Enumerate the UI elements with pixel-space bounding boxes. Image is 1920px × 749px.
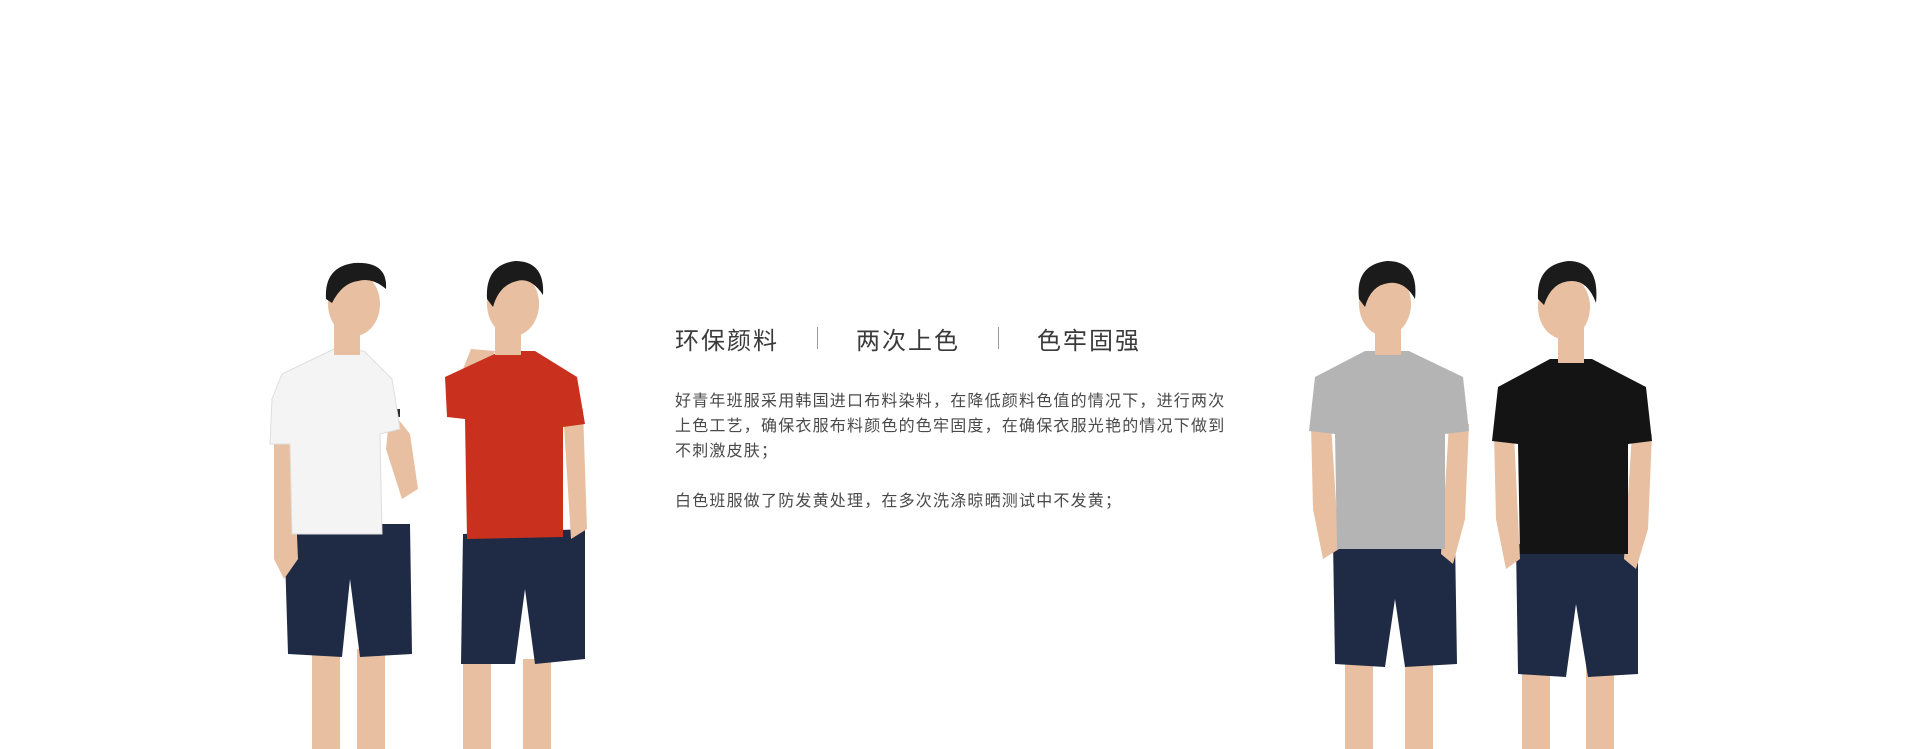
model-black-tshirt [1488, 259, 1658, 749]
feature-content: 环保颜料 两次上色 色牢固强 好青年班服采用韩国进口布料染料，在降低颜料色值的情… [675, 322, 1235, 513]
model-white-tshirt [262, 259, 432, 749]
description-paragraph-dye: 好青年班服采用韩国进口布料染料，在降低颜料色值的情况下，进行两次上色工艺，确保衣… [675, 391, 1226, 460]
model-grey-tshirt-illustration [1309, 261, 1469, 749]
model-black-tshirt-illustration [1492, 261, 1652, 749]
description-paragraph-anti-yellow: 白色班服做了防发黄处理，在多次洗涤晾晒测试中不发黄； [675, 491, 1123, 510]
model-grey-tshirt [1305, 259, 1475, 749]
feature-headline-row: 环保颜料 两次上色 色牢固强 [675, 322, 1235, 355]
feature-eco-pigment: 环保颜料 [675, 326, 779, 355]
model-red-tshirt [435, 259, 605, 749]
feature-divider [817, 327, 818, 349]
feature-colorfast: 色牢固强 [1037, 326, 1141, 355]
feature-divider [998, 327, 999, 349]
feature-double-dye: 两次上色 [856, 326, 960, 355]
model-white-tshirt-illustration [269, 262, 418, 749]
model-red-tshirt-illustration [445, 261, 587, 749]
